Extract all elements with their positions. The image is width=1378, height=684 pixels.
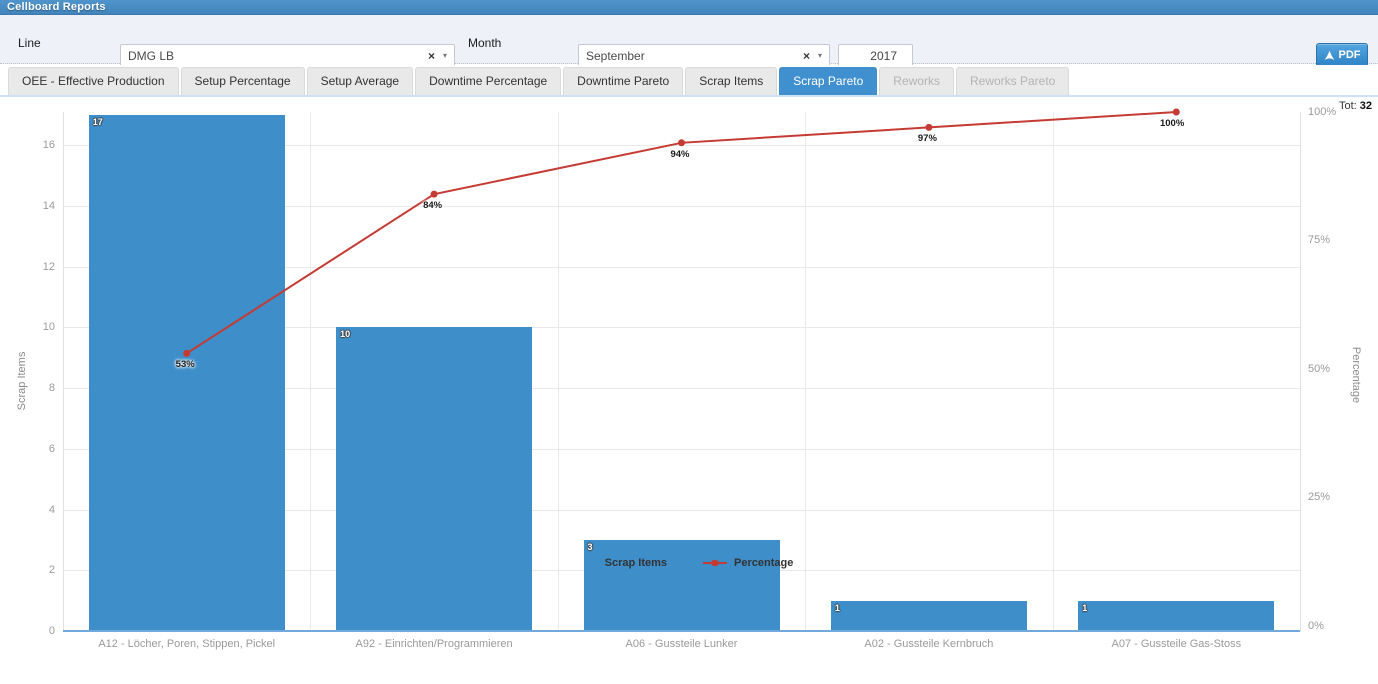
left-axis-tick: 14	[13, 200, 55, 212]
bar-value-label: 1	[1082, 603, 1087, 613]
percentage-point	[925, 124, 932, 131]
total-value: 32	[1360, 100, 1372, 112]
scrap-items-bar[interactable]	[584, 540, 780, 630]
year-input[interactable]	[838, 44, 913, 67]
left-axis-title: Scrap Items	[16, 331, 28, 431]
pdf-button-label: PDF	[1339, 49, 1361, 61]
clear-icon[interactable]: ×	[797, 50, 816, 62]
left-axis-tick: 4	[13, 504, 55, 516]
percentage-point	[431, 191, 438, 198]
tab-reworks: Reworks	[879, 67, 954, 95]
tab-reworks-pareto: Reworks Pareto	[956, 67, 1069, 95]
legend-item-scrap-items[interactable]: Scrap Items	[585, 556, 667, 569]
tab-setup-percentage[interactable]: Setup Percentage	[181, 67, 305, 95]
percentage-line-swatch	[703, 562, 727, 564]
chart-legend: Scrap Items Percentage	[0, 556, 1378, 569]
legend-label-percentage: Percentage	[734, 557, 793, 569]
line-label: Line	[18, 36, 41, 50]
percentage-point-label: 84%	[406, 200, 442, 211]
month-label: Month	[468, 36, 501, 50]
pdf-button[interactable]: PDF	[1316, 43, 1368, 67]
tab-scrap-pareto[interactable]: Scrap Pareto	[779, 67, 877, 95]
scrap-items-bar[interactable]	[89, 115, 285, 630]
bar-value-label: 1	[835, 603, 840, 613]
pdf-icon	[1324, 50, 1335, 61]
vertical-gridline	[805, 112, 806, 631]
chevron-down-icon[interactable]: ▾	[816, 51, 822, 60]
scrap-items-bar[interactable]	[336, 327, 532, 630]
plot-left-border	[63, 112, 64, 631]
left-axis-tick: 8	[13, 382, 55, 394]
percentage-point-label: 94%	[654, 149, 690, 160]
clear-icon[interactable]: ×	[422, 50, 441, 62]
plot-right-border	[1300, 112, 1301, 631]
percentage-point-label: 53%	[159, 359, 195, 370]
legend-item-percentage[interactable]: Percentage	[703, 557, 793, 569]
tab-downtime-percentage[interactable]: Downtime Percentage	[415, 67, 561, 95]
page-title: Cellboard Reports	[7, 1, 106, 13]
tab-scrap-items[interactable]: Scrap Items	[685, 67, 777, 95]
tab-bar: OEE - Effective ProductionSetup Percenta…	[0, 65, 1378, 97]
month-select-value: September	[586, 49, 797, 63]
x-axis-category-label: A02 - Gussteile Kernbruch	[805, 638, 1052, 650]
left-axis-tick: 10	[13, 321, 55, 333]
right-axis-tick: 100%	[1308, 106, 1350, 118]
legend-label-scrap-items: Scrap Items	[605, 557, 667, 569]
x-axis-category-label: A06 - Gussteile Lunker	[558, 638, 805, 650]
percentage-point	[1173, 109, 1180, 116]
x-axis-category-label: A07 - Gussteile Gas-Stoss	[1053, 638, 1300, 650]
month-select[interactable]: September × ▾	[578, 44, 830, 67]
right-axis-tick: 75%	[1308, 234, 1350, 246]
percentage-point-label: 100%	[1148, 118, 1184, 129]
scrap-items-swatch	[585, 556, 598, 569]
left-axis-tick: 0	[13, 625, 55, 637]
x-axis-category-label: A92 - Einrichten/Programmieren	[310, 638, 557, 650]
right-axis-tick: 0%	[1308, 620, 1350, 632]
line-select[interactable]: DMG LB × ▾	[120, 44, 455, 67]
right-axis-tick: 25%	[1308, 491, 1350, 503]
vertical-gridline	[1053, 112, 1054, 631]
left-axis-tick: 16	[13, 139, 55, 151]
percentage-point-label: 97%	[901, 133, 937, 144]
left-axis-tick: 12	[13, 261, 55, 273]
bar-value-label: 17	[93, 117, 103, 127]
line-select-value: DMG LB	[128, 49, 422, 63]
tab-setup-average[interactable]: Setup Average	[307, 67, 414, 95]
scrap-items-bar[interactable]	[831, 601, 1027, 630]
scrap-items-bar[interactable]	[1078, 601, 1274, 630]
x-axis-category-label: A12 - Löcher, Poren, Stippen, Pickel	[63, 638, 310, 650]
right-axis-title: Percentage	[1350, 325, 1362, 425]
left-axis-tick: 6	[13, 443, 55, 455]
tab-downtime-pareto[interactable]: Downtime Pareto	[563, 67, 683, 95]
right-axis-tick: 50%	[1308, 363, 1350, 375]
chevron-down-icon[interactable]: ▾	[441, 51, 447, 60]
app-titlebar: Cellboard Reports	[0, 0, 1378, 15]
pareto-chart: Tot: 32 Scrap Items Percentage 024681012…	[0, 97, 1378, 684]
tab-oee-effective-production[interactable]: OEE - Effective Production	[8, 67, 179, 95]
bar-value-label: 3	[588, 542, 593, 552]
vertical-gridline	[310, 112, 311, 631]
x-axis-line	[63, 630, 1300, 632]
bar-value-label: 10	[340, 329, 350, 339]
filter-bar: Line DMG LB × ▾ Month September × ▾ PDF	[0, 15, 1378, 64]
vertical-gridline	[558, 112, 559, 631]
